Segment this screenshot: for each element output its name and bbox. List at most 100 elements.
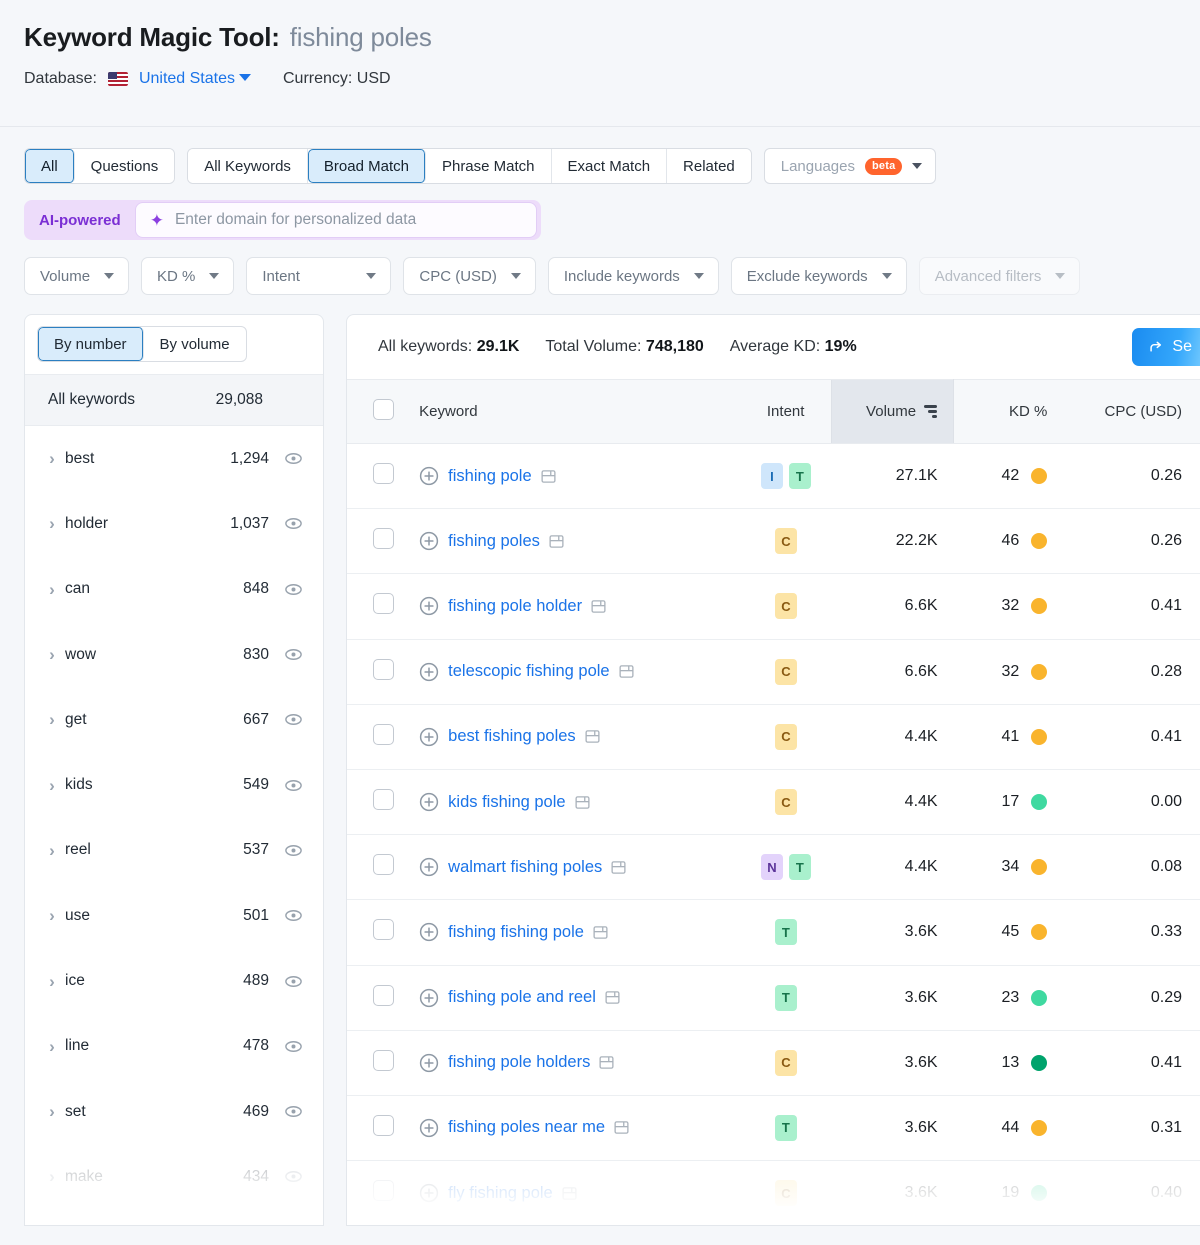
add-keyword-icon[interactable] xyxy=(419,792,439,812)
table-row[interactable]: fishing pole holder C 6.6K 32 0.41 xyxy=(347,573,1200,640)
table-row[interactable]: walmart fishing poles NT 4.4K 34 0.08 xyxy=(347,834,1200,901)
keyword-link[interactable]: fishing pole xyxy=(448,467,531,486)
row-checkbox[interactable] xyxy=(373,528,394,550)
filter-advanced[interactable]: Advanced filters xyxy=(918,257,1081,295)
eye-icon-button[interactable] xyxy=(283,775,303,795)
table-row[interactable]: fishing poles C 22.2K 46 0.26 xyxy=(347,508,1200,575)
serp-preview-button[interactable] xyxy=(614,1120,629,1135)
add-keyword-button[interactable] xyxy=(419,662,439,682)
table-row[interactable]: fishing pole IT 27.1K 42 0.26 xyxy=(347,443,1200,510)
column-header-kd[interactable]: KD % xyxy=(953,379,1064,444)
add-keyword-button[interactable] xyxy=(419,1183,439,1203)
languages-dropdown[interactable]: Languages beta xyxy=(763,148,937,184)
eye-icon-button[interactable] xyxy=(283,971,303,991)
filter-cpc[interactable]: CPC (USD) xyxy=(403,257,536,295)
chevron-right-icon[interactable]: › xyxy=(39,515,65,532)
serp-preview-icon[interactable] xyxy=(585,729,600,744)
serp-preview-button[interactable] xyxy=(593,925,608,940)
table-row[interactable]: fishing poles near me T 3.6K 44 0.31 xyxy=(347,1095,1200,1162)
table-row[interactable]: fishing pole holders C 3.6K 13 0.41 xyxy=(347,1030,1200,1096)
table-row[interactable]: best fishing poles C 4.4K 41 0.41 xyxy=(347,704,1200,770)
chevron-right-icon[interactable]: › xyxy=(39,842,65,859)
serp-preview-button[interactable] xyxy=(549,534,564,549)
add-keyword-icon[interactable] xyxy=(419,857,439,877)
add-keyword-button[interactable] xyxy=(419,922,439,942)
send-to-button[interactable]: Se xyxy=(1132,328,1200,366)
sidebar-group-item[interactable]: › best 1,294 xyxy=(25,426,323,491)
add-keyword-button[interactable] xyxy=(419,1053,439,1073)
add-keyword-button[interactable] xyxy=(419,727,439,747)
serp-preview-button[interactable] xyxy=(605,990,620,1005)
serp-preview-icon[interactable] xyxy=(549,534,564,549)
chevron-right-icon[interactable]: › xyxy=(39,646,65,663)
table-row[interactable]: fly fishing pole C 3.6K 19 0.40 xyxy=(347,1161,1200,1225)
sidebar-group-item[interactable]: › reel 537 xyxy=(25,818,323,883)
eye-icon-button[interactable] xyxy=(283,1036,303,1056)
database-selector[interactable]: United States xyxy=(139,70,251,88)
serp-preview-icon[interactable] xyxy=(562,1186,577,1201)
keyword-link[interactable]: fishing pole and reel xyxy=(448,988,596,1007)
eye-icon-button[interactable] xyxy=(283,710,303,730)
row-checkbox[interactable] xyxy=(373,1114,394,1136)
row-checkbox[interactable] xyxy=(373,658,394,680)
serp-preview-button[interactable] xyxy=(599,1055,614,1070)
keyword-link[interactable]: best fishing poles xyxy=(448,727,576,746)
row-checkbox[interactable] xyxy=(373,593,394,615)
filter-exclude-keywords[interactable]: Exclude keywords xyxy=(730,257,907,295)
serp-preview-icon[interactable] xyxy=(614,1120,629,1135)
keyword-link[interactable]: kids fishing pole xyxy=(448,793,565,812)
add-keyword-icon[interactable] xyxy=(419,531,439,551)
row-checkbox[interactable] xyxy=(373,984,394,1006)
row-checkbox[interactable] xyxy=(373,919,394,941)
sidebar-group-item[interactable]: › holder 1,037 xyxy=(25,491,323,556)
eye-icon-button[interactable] xyxy=(283,1167,303,1187)
serp-preview-icon[interactable] xyxy=(575,795,590,810)
chevron-right-icon[interactable]: › xyxy=(39,973,65,990)
eye-icon-button[interactable] xyxy=(283,906,303,926)
tab-exact-match[interactable]: Exact Match xyxy=(551,149,668,183)
serp-preview-button[interactable] xyxy=(591,599,606,614)
keyword-link[interactable]: fishing poles xyxy=(448,532,540,551)
serp-preview-icon[interactable] xyxy=(591,599,606,614)
serp-preview-button[interactable] xyxy=(619,664,634,679)
add-keyword-icon[interactable] xyxy=(419,988,439,1008)
chevron-right-icon[interactable]: › xyxy=(39,581,65,598)
serp-preview-icon[interactable] xyxy=(611,860,626,875)
toggle-by-volume[interactable]: By volume xyxy=(144,327,246,361)
table-row[interactable]: fishing fishing pole T 3.6K 45 0.33 xyxy=(347,899,1200,966)
column-header-intent[interactable]: Intent xyxy=(740,379,832,444)
add-keyword-button[interactable] xyxy=(419,596,439,616)
domain-input[interactable]: ✦ Enter domain for personalized data xyxy=(134,202,537,238)
filter-intent[interactable]: Intent xyxy=(246,257,392,295)
table-row[interactable]: fishing pole and reel T 3.6K 23 0.29 xyxy=(347,965,1200,1031)
filter-volume[interactable]: Volume xyxy=(24,257,130,295)
add-keyword-button[interactable] xyxy=(419,857,439,877)
eye-icon-button[interactable] xyxy=(283,449,303,469)
row-checkbox[interactable] xyxy=(373,789,394,811)
row-checkbox[interactable] xyxy=(373,463,394,485)
serp-preview-button[interactable] xyxy=(575,795,590,810)
add-keyword-icon[interactable] xyxy=(419,1053,439,1073)
row-checkbox[interactable] xyxy=(373,1180,394,1202)
column-header-cpc[interactable]: CPC (USD) xyxy=(1063,379,1200,444)
sidebar-group-item[interactable]: › ice 489 xyxy=(25,948,323,1013)
add-keyword-button[interactable] xyxy=(419,1118,439,1138)
sidebar-group-item[interactable]: › line 478 xyxy=(25,1014,323,1079)
add-keyword-icon[interactable] xyxy=(419,466,439,486)
tab-broad-match[interactable]: Broad Match xyxy=(307,149,426,183)
chevron-right-icon[interactable]: › xyxy=(39,1038,65,1055)
column-header-keyword[interactable]: Keyword xyxy=(411,379,741,444)
keyword-link[interactable]: fishing pole holder xyxy=(448,597,582,616)
sidebar-group-item[interactable]: › set 469 xyxy=(25,1079,323,1144)
serp-preview-icon[interactable] xyxy=(541,469,556,484)
tab-all-keywords[interactable]: All Keywords xyxy=(188,149,308,183)
chevron-right-icon[interactable]: › xyxy=(39,711,65,728)
column-header-volume[interactable]: Volume xyxy=(830,379,955,444)
filter-include-keywords[interactable]: Include keywords xyxy=(547,257,719,295)
sidebar-item-all-keywords[interactable]: All keywords 29,088 xyxy=(25,374,323,426)
add-keyword-button[interactable] xyxy=(419,466,439,486)
keyword-link[interactable]: telescopic fishing pole xyxy=(448,662,609,681)
add-keyword-icon[interactable] xyxy=(419,662,439,682)
keyword-link[interactable]: walmart fishing poles xyxy=(448,858,602,877)
add-keyword-button[interactable] xyxy=(419,792,439,812)
